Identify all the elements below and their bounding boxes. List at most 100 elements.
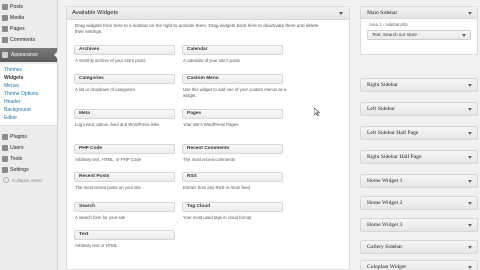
plugin-icon xyxy=(2,133,8,140)
menu-posts[interactable]: Posts xyxy=(0,1,57,12)
widget-description: The most recent posts on your site xyxy=(75,185,141,190)
expand-arrow-icon[interactable] xyxy=(468,246,472,249)
expand-arrow-icon[interactable] xyxy=(468,156,472,159)
expand-arrow-icon[interactable] xyxy=(468,84,472,87)
submenu-header[interactable]: Header xyxy=(0,98,57,106)
menu-users[interactable]: Users xyxy=(0,142,57,153)
pin-icon xyxy=(2,3,8,10)
available-widgets-panel: Available Widgets Drag widgets from here… xyxy=(66,6,350,270)
widget-description: Arbitrary text or HTML xyxy=(75,243,118,248)
sidebars-column: Main Sidebar Area 1 - sidebar.php Text: … xyxy=(360,6,478,270)
widget-description: A calendar of your site's posts xyxy=(183,58,240,63)
sidebar-right-sidebar[interactable]: Right Sidebar xyxy=(360,78,478,92)
expand-arrow-icon[interactable] xyxy=(468,224,472,227)
menu-media[interactable]: Media xyxy=(0,12,57,23)
widget-calendar[interactable]: Calendar xyxy=(182,45,283,55)
widget-meta[interactable]: Meta xyxy=(74,109,175,119)
collapse-label: Collapse menu xyxy=(12,177,43,183)
media-icon xyxy=(2,14,8,21)
menu-label: Posts xyxy=(10,3,23,10)
widget-custom-menu[interactable]: Custom Menu xyxy=(182,74,283,84)
menu-label: Comments xyxy=(10,36,36,43)
sidebar-right-sidebar-half-page[interactable]: Right Sidebar Half Page xyxy=(360,150,478,164)
widget-recent-posts[interactable]: Recent Posts xyxy=(74,172,175,182)
sidebar-title: Left Sidebar Half Page xyxy=(367,130,419,136)
panel-title: Available Widgets xyxy=(72,10,118,16)
expand-arrow-icon[interactable] xyxy=(462,34,466,37)
widget-tag-cloud[interactable]: Tag Cloud xyxy=(182,202,283,212)
widget-search[interactable]: Search xyxy=(74,202,175,212)
sidebar-left-sidebar-half-page[interactable]: Left Sidebar Half Page xyxy=(360,126,478,140)
menu-settings[interactable]: Settings xyxy=(0,164,57,175)
sidebar-title: Main Sidebar xyxy=(367,10,398,16)
sidebar-title: Left Sidebar xyxy=(367,106,395,112)
sidebar-home-widget-1[interactable]: Home Widget 1 xyxy=(360,174,478,188)
menu-label: Plugins xyxy=(10,133,28,140)
tools-icon xyxy=(2,155,8,162)
widget-categories[interactable]: Categories xyxy=(74,74,175,84)
widget-text[interactable]: Text xyxy=(74,230,175,240)
appearance-icon xyxy=(2,52,8,58)
menu-label: Pages xyxy=(10,25,25,32)
submenu-theme-options[interactable]: Theme Options xyxy=(0,90,57,98)
expand-arrow-icon[interactable] xyxy=(468,180,472,183)
sidebar-home-widget-3[interactable]: Home Widget 3 xyxy=(360,218,478,232)
submenu-themes[interactable]: Themes xyxy=(0,66,57,74)
expand-arrow-icon[interactable] xyxy=(468,266,472,269)
sidebar-title: Right Sidebar xyxy=(367,82,398,88)
collapse-arrow-icon[interactable] xyxy=(339,12,343,15)
menu-plugins[interactable]: Plugins xyxy=(0,131,57,142)
page-icon xyxy=(2,25,8,32)
submenu-menus[interactable]: Menus xyxy=(0,82,57,90)
collapse-icon xyxy=(3,177,9,183)
submenu-background[interactable]: Background xyxy=(0,106,57,114)
widget-description: Your most used tags in cloud format xyxy=(183,215,252,220)
widget-description: A search form for your site xyxy=(75,215,126,220)
collapse-arrow-icon[interactable] xyxy=(468,12,472,15)
submenu-widgets[interactable]: Widgets xyxy=(0,74,57,82)
menu-appearance[interactable]: Appearance xyxy=(0,48,58,62)
menu-pages[interactable]: Pages xyxy=(0,23,57,34)
widget-pages[interactable]: Pages xyxy=(182,109,283,119)
widget-php-code[interactable]: PHP Code xyxy=(74,144,175,154)
widget-archives[interactable]: Archives xyxy=(74,45,175,55)
widget-description: A monthly archive of your site's posts xyxy=(75,58,146,63)
menu-comments[interactable]: Comments xyxy=(0,34,57,45)
sidebar-gallery-sidebar[interactable]: Gallery Sidebar xyxy=(360,240,478,254)
sidebar-title: Gallery Sidebar xyxy=(367,244,403,250)
comment-icon xyxy=(2,36,8,43)
widget-description: Entries from any RSS or Atom feed xyxy=(183,185,250,190)
sidebar-widget-text[interactable]: Text: Search our store xyxy=(367,30,471,40)
menu-label: Media xyxy=(10,14,25,21)
menu-label: Tools xyxy=(10,155,23,162)
users-icon xyxy=(2,144,8,151)
widget-title: Text: Search our store xyxy=(372,32,417,37)
sidebar-coloplast-widget[interactable]: Coloplast Widget xyxy=(360,260,478,270)
submenu-editor[interactable]: Editor xyxy=(0,114,57,122)
widget-rss[interactable]: RSS xyxy=(182,172,283,182)
sidebar-left-sidebar[interactable]: Left Sidebar xyxy=(360,102,478,116)
widget-description: Arbitrary text, HTML, or PHP Code xyxy=(75,157,142,162)
collapse-menu-button[interactable]: Collapse menu xyxy=(0,175,57,185)
main-sidebar-panel: Main Sidebar Area 1 - sidebar.php Text: … xyxy=(360,6,478,55)
menu-label: Appearance xyxy=(11,52,38,58)
appearance-submenu: Themes Widgets Menus Theme Options Heade… xyxy=(0,64,57,126)
admin-menu: Posts Media Pages Comments Appearance Th… xyxy=(0,0,58,270)
available-widgets-header[interactable]: Available Widgets xyxy=(67,7,349,20)
menu-tools[interactable]: Tools xyxy=(0,153,57,164)
sidebar-area-label: Area 1 - sidebar.php xyxy=(369,22,408,27)
widget-description: Use this widget to add one of your custo… xyxy=(183,87,287,98)
widget-recent-comments[interactable]: Recent Comments xyxy=(182,144,283,154)
sidebar-title: Right Sidebar Half Page xyxy=(367,154,422,160)
expand-arrow-icon[interactable] xyxy=(468,132,472,135)
expand-arrow-icon[interactable] xyxy=(468,108,472,111)
sidebar-title: Home Widget 2 xyxy=(367,200,403,206)
settings-icon xyxy=(2,166,8,173)
sidebar-title: Coloplast Widget xyxy=(367,264,406,270)
sidebar-title: Home Widget 3 xyxy=(367,222,403,228)
widget-description: A list or dropdown of categories xyxy=(75,87,135,92)
main-sidebar-header[interactable]: Main Sidebar xyxy=(361,7,477,19)
widget-description: Log in/out, admin, feed and WordPress li… xyxy=(75,122,160,127)
sidebar-home-widget-2[interactable]: Home Widget 2 xyxy=(360,196,478,210)
expand-arrow-icon[interactable] xyxy=(468,202,472,205)
